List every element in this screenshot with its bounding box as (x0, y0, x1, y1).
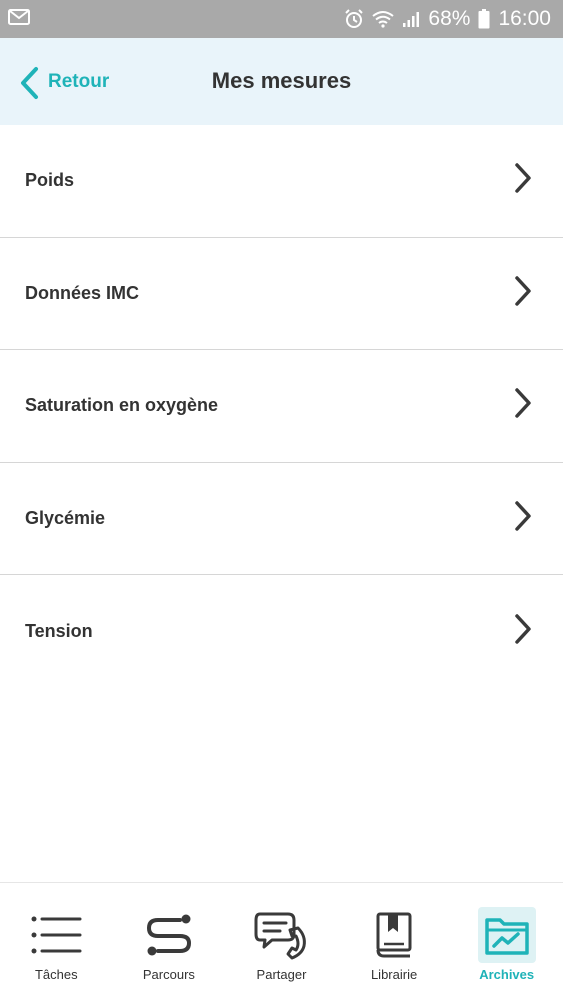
chat-phone-icon (252, 907, 310, 963)
tab-bar: Tâches Parcours Partager Librairie Archi… (0, 882, 563, 1000)
list-item-label: Poids (25, 170, 75, 191)
tab-archives[interactable]: Archives (450, 883, 563, 1000)
list-item-tension[interactable]: Tension (0, 575, 563, 688)
chevron-right-icon (513, 387, 533, 424)
tab-label: Librairie (370, 967, 418, 982)
list-item-donnees-imc[interactable]: Données IMC (0, 237, 563, 350)
tab-label: Parcours (142, 967, 195, 982)
chevron-right-icon (513, 275, 533, 312)
signal-icon (402, 10, 420, 28)
measures-list: Poids Données IMC Saturation en oxygène … (0, 125, 563, 688)
wifi-icon (372, 10, 395, 28)
chevron-right-icon (513, 613, 533, 650)
status-time: 16:00 (498, 7, 551, 30)
list-item-label: Données IMC (25, 282, 140, 303)
chevron-right-icon (513, 500, 533, 537)
list-item-glycemie[interactable]: Glycémie (0, 462, 563, 575)
tab-librairie[interactable]: Librairie (338, 883, 451, 1000)
list-item-saturation-oxygene[interactable]: Saturation en oxygène (0, 350, 563, 463)
page-title: Mes mesures (211, 68, 352, 93)
chevron-right-icon (513, 162, 533, 199)
battery-percent: 68% (428, 7, 471, 30)
tab-label: Tâches (34, 967, 78, 982)
tab-taches[interactable]: Tâches (0, 883, 113, 1000)
status-bar: 68% 16:00 (0, 0, 563, 38)
list-item-label: Tension (25, 620, 93, 641)
tab-label: Archives (479, 967, 535, 982)
tab-label: Partager (256, 967, 307, 982)
list-item-poids[interactable]: Poids (0, 125, 563, 238)
chart-folder-icon (477, 907, 536, 963)
battery-icon (478, 9, 490, 29)
list-item-label: Saturation en oxygène (25, 395, 219, 416)
list-icon (27, 907, 85, 963)
alarm-icon (344, 9, 364, 29)
status-right: 68% 16:00 (344, 7, 551, 31)
route-icon (140, 907, 198, 963)
list-item-label: Glycémie (25, 507, 106, 528)
app-header: Retour Mes mesures (0, 38, 563, 125)
gmail-icon (8, 8, 30, 31)
tab-partager[interactable]: Partager (225, 883, 338, 1000)
tab-parcours[interactable]: Parcours (113, 883, 226, 1000)
book-icon (365, 907, 423, 963)
status-left (8, 8, 30, 31)
